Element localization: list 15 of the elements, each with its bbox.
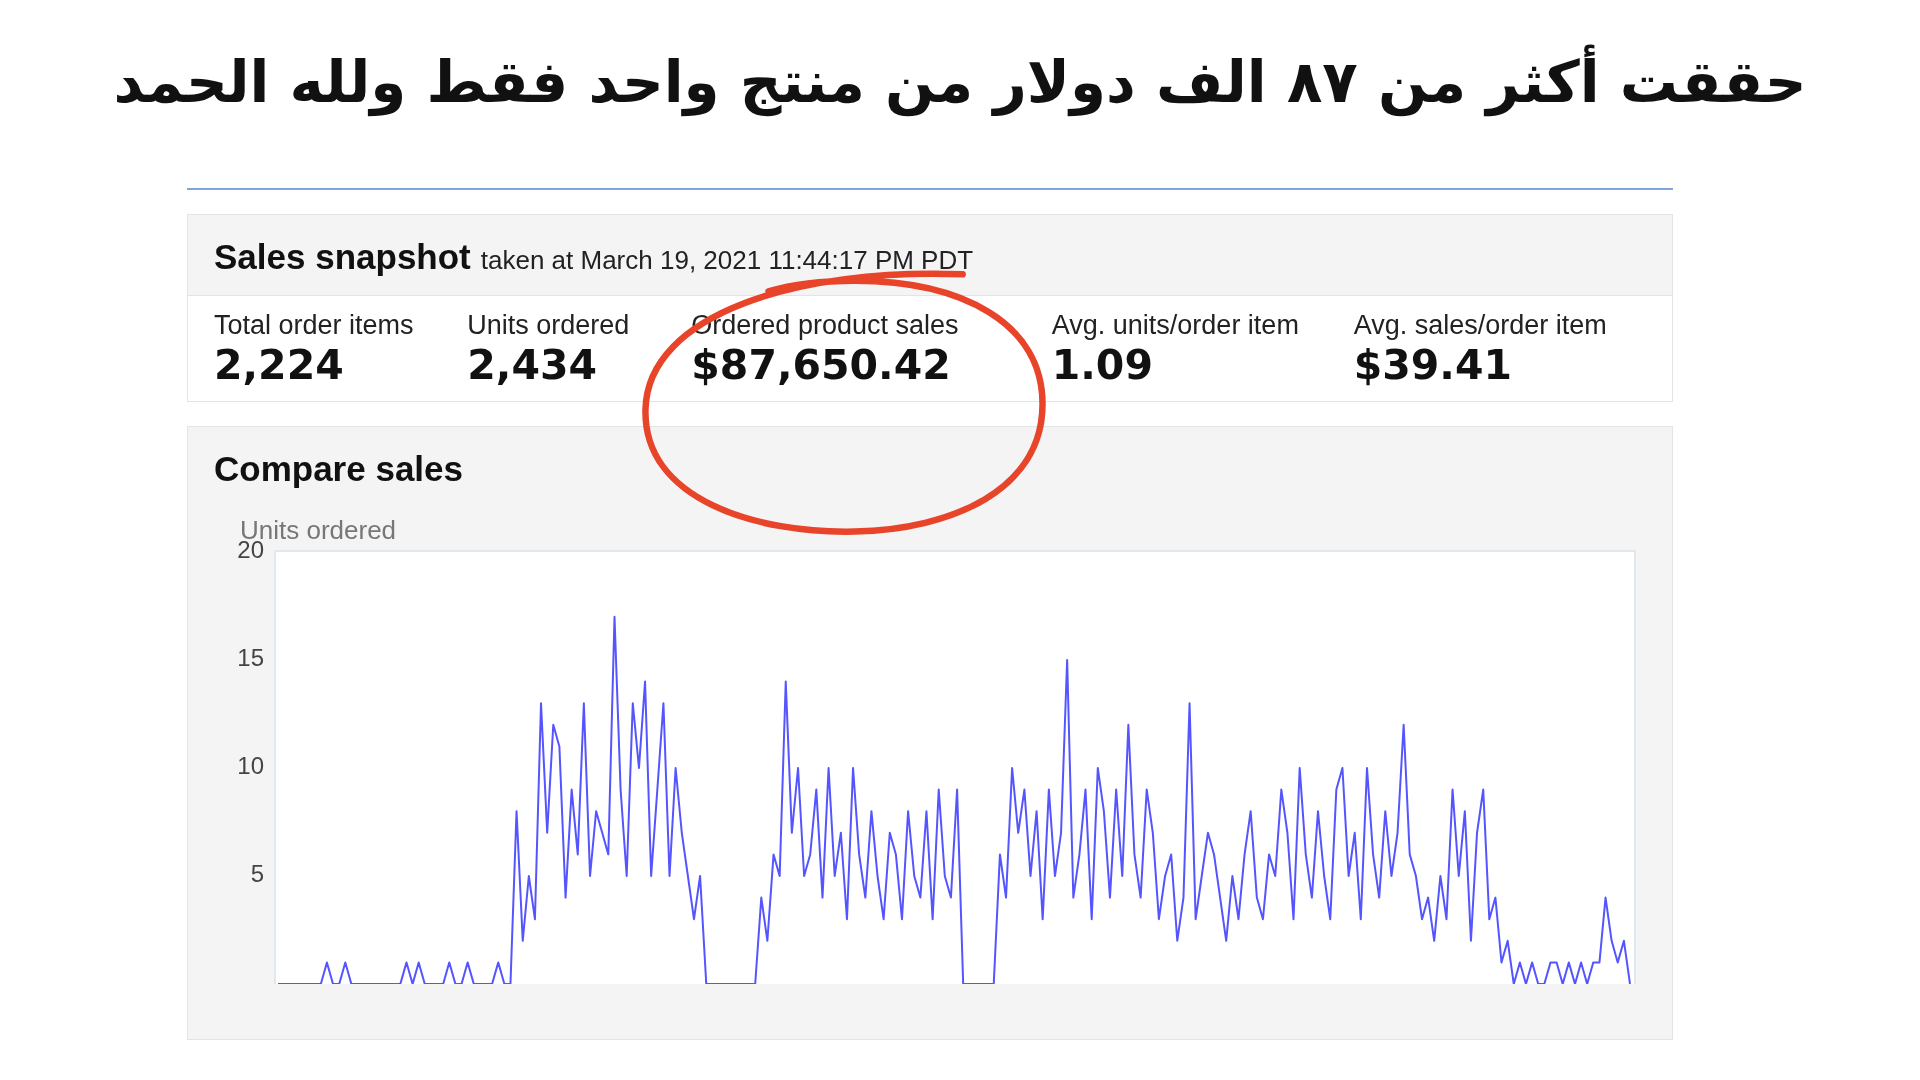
metric-label: Avg. units/order item <box>1051 309 1300 341</box>
metric-value: 2,224 <box>214 340 345 389</box>
axis-tick: 10 <box>237 751 264 780</box>
metric-value: 1.09 <box>1051 340 1154 389</box>
metric-value: $39.41 <box>1353 340 1513 389</box>
axis-tick: 5 <box>250 859 264 888</box>
metric-label: Units ordered <box>467 309 631 341</box>
metric-label: Avg. sales/order item <box>1353 309 1608 341</box>
axis-tick: 15 <box>237 643 264 672</box>
metric-value: 2,434 <box>467 340 598 389</box>
panel-title: Compare sales <box>214 448 465 489</box>
panel-title: Sales snapshot <box>214 236 471 277</box>
metric-label: Total order items <box>214 309 415 341</box>
metric-value: $87,650.42 <box>691 340 952 389</box>
timestamp: taken at March 19, 2021 11:44:17 PM PDT <box>480 244 974 276</box>
